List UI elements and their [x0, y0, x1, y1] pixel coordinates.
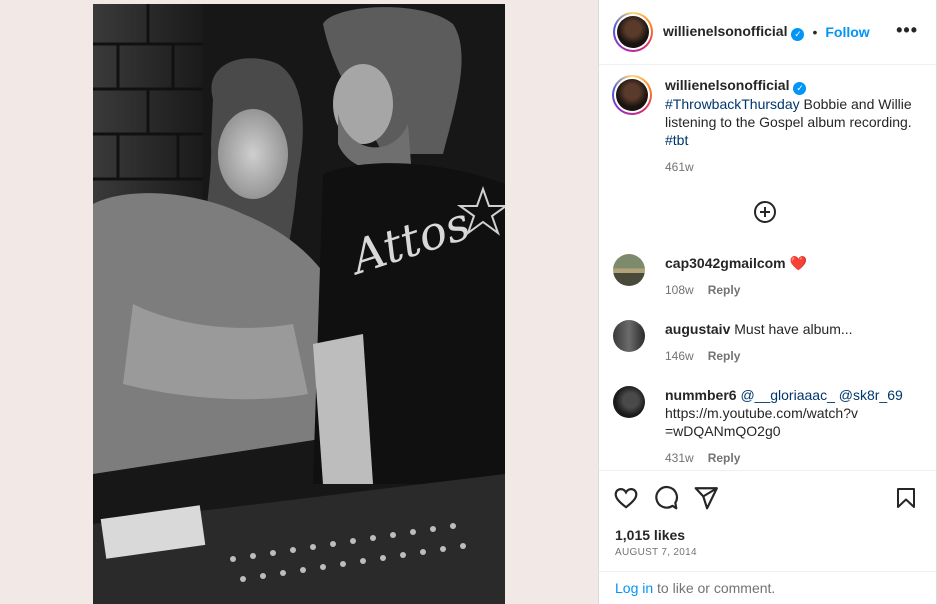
hashtag-link[interactable]: #ThrowbackThursday: [665, 96, 800, 112]
mention-link[interactable]: @sk8r_69: [839, 387, 903, 403]
caption-time[interactable]: 461w: [665, 160, 694, 174]
verified-badge-icon: ✓: [791, 28, 805, 41]
caption-text: willienelsonofficial ✓ #ThrowbackThursday…: [665, 76, 915, 176]
comment-body: ❤️: [785, 255, 807, 271]
comment-username[interactable]: nummber6: [665, 387, 737, 403]
comment-body: Must have album...: [730, 321, 853, 337]
heart-icon[interactable]: [613, 485, 639, 511]
commenter-avatar[interactable]: [613, 386, 645, 418]
comment-time[interactable]: 108w: [665, 283, 694, 297]
commenter-avatar[interactable]: [613, 254, 645, 286]
post-date[interactable]: AUGUST 7, 2014: [615, 547, 697, 558]
action-icons: [613, 485, 719, 511]
mention-link[interactable]: @__gloriaaac_: [740, 387, 834, 403]
hashtag-link[interactable]: #tbt: [665, 132, 688, 148]
comment-username[interactable]: augustaiv: [665, 321, 730, 337]
comment-time[interactable]: 431w: [665, 451, 694, 465]
commenter-avatar[interactable]: [613, 320, 645, 352]
author-name-block: willienelsonofficial ✓: [663, 23, 805, 41]
comment-username[interactable]: cap3042gmailcom: [665, 255, 786, 271]
login-bar: Log in to like or comment.: [599, 571, 936, 604]
comment-text: nummber6 @__gloriaaac_ @sk8r_69 https://…: [665, 386, 915, 467]
caption-avatar[interactable]: [612, 75, 652, 115]
reply-button[interactable]: Reply: [708, 283, 741, 297]
save-button[interactable]: [894, 485, 918, 511]
reply-button[interactable]: Reply: [708, 451, 741, 465]
likes-count[interactable]: 1,015 likes: [615, 527, 685, 543]
comment-icon[interactable]: [653, 485, 679, 511]
comment-body: https://m.youtube.com/watch?v=wDQANmQO2g…: [665, 405, 858, 439]
login-prompt: to like or comment.: [653, 580, 776, 596]
bookmark-icon[interactable]: [894, 485, 918, 511]
caption-username[interactable]: willienelsonofficial: [665, 77, 789, 93]
post-photo[interactable]: Attos: [93, 4, 505, 604]
follow-button[interactable]: Follow: [825, 24, 869, 40]
comment-text: cap3042gmailcom ❤️ 108w Reply: [665, 254, 915, 299]
reply-button[interactable]: Reply: [708, 349, 741, 363]
post-actions: 1,015 likes AUGUST 7, 2014 Log in to lik…: [599, 470, 936, 604]
load-more-comments-icon[interactable]: [753, 200, 777, 224]
comment-time[interactable]: 146w: [665, 349, 694, 363]
post-sidebar: willienelsonofficial ✓ • Follow ••• willi…: [598, 0, 937, 604]
photo-image: Attos: [93, 4, 505, 604]
comments-section[interactable]: willienelsonofficial ✓ #ThrowbackThursday…: [599, 66, 936, 470]
author-username[interactable]: willienelsonofficial: [663, 23, 787, 39]
post-media-pane: Attos: [0, 0, 598, 604]
author-avatar[interactable]: [613, 12, 653, 52]
login-link[interactable]: Log in: [615, 580, 653, 596]
verified-badge-icon: ✓: [793, 82, 807, 95]
separator-dot: •: [812, 24, 818, 40]
post-header: willienelsonofficial ✓ • Follow •••: [599, 0, 936, 65]
more-options-icon[interactable]: •••: [896, 20, 918, 41]
share-icon[interactable]: [693, 485, 719, 511]
comment-text: augustaiv Must have album... 146w Reply: [665, 320, 915, 365]
